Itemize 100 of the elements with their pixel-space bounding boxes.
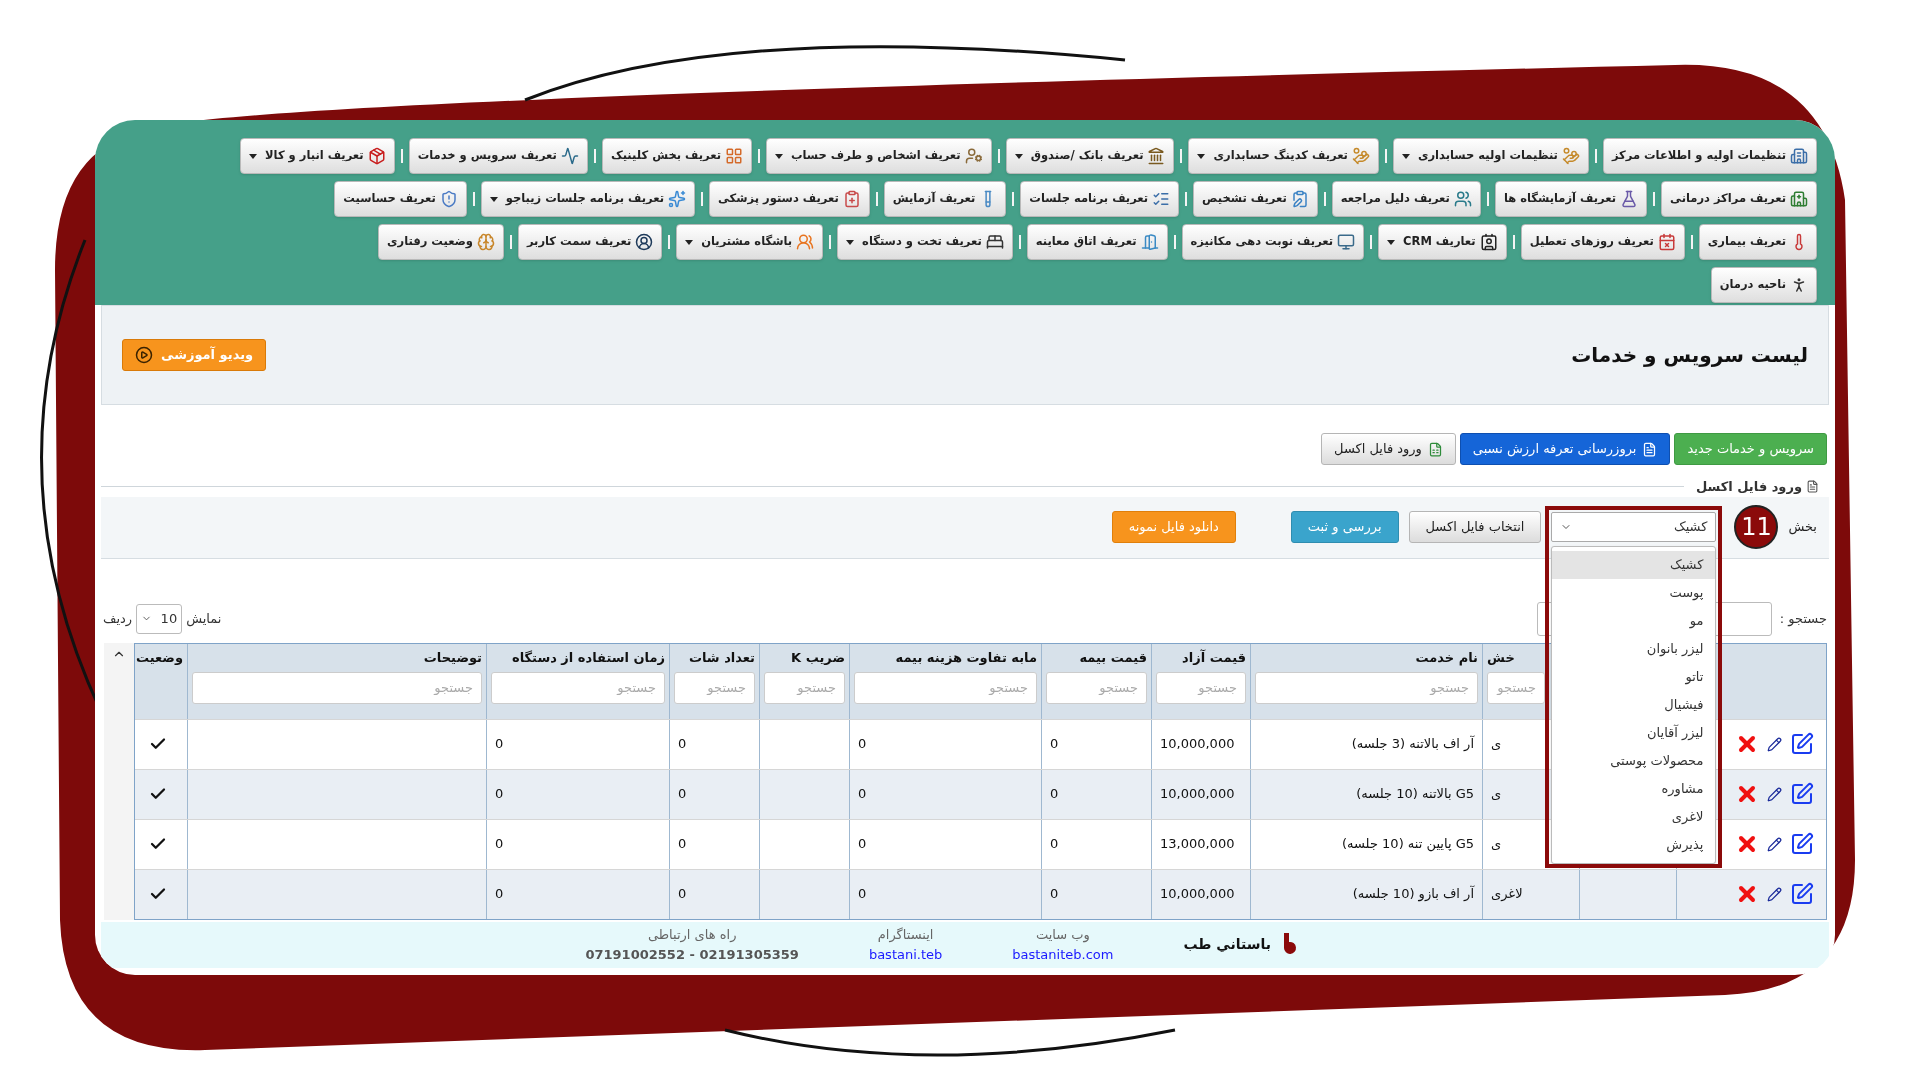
column-header: خش	[1487, 648, 1515, 667]
dropdown-option[interactable]: لاغری	[1552, 803, 1716, 831]
user-icon	[635, 233, 654, 251]
calendar-icon	[1657, 233, 1676, 251]
menu-button[interactable]: تعریف آزمایشگاه ها	[1494, 181, 1648, 217]
column-filter[interactable]: جستجو	[1487, 671, 1545, 704]
flask-icon	[1620, 190, 1639, 208]
edit-icon[interactable]	[1790, 732, 1814, 756]
pencil-icon[interactable]	[1767, 836, 1782, 852]
menu-button[interactable]: ناحیه درمان	[1710, 267, 1817, 303]
monitor-icon	[1337, 233, 1356, 251]
column-header: ضریب K	[791, 648, 845, 667]
field-label: بخش	[1788, 518, 1817, 537]
menu-button[interactable]: تعریف سرویس و خدمات	[408, 138, 588, 174]
menu-button[interactable]: تنظیمات اولیه حسابداری	[1392, 138, 1589, 174]
table-cell-text: G5 بالاتنه (10 جلسه)	[1356, 785, 1474, 804]
menu-button[interactable]: تعریف برنامه جلسات	[1020, 181, 1180, 217]
dropdown-option[interactable]: مشاوره	[1552, 775, 1716, 803]
menu-button[interactable]: تعریف حساسیت	[334, 181, 467, 217]
menu-button[interactable]: تعریف برنامه جلسات زیباجو	[480, 181, 695, 217]
column-header: زمان استفاده از دستگاه	[511, 648, 665, 667]
dropdown-option[interactable]: کشیک	[1552, 551, 1716, 579]
menu-button[interactable]: تعریف انبار و کالا	[240, 138, 395, 174]
menu-button[interactable]: تعریف نوبت دهی مکانیزه	[1181, 224, 1365, 260]
hand-coins-icon	[1561, 147, 1580, 165]
menu-button[interactable]: تعریف مراکز درمانی	[1661, 181, 1817, 217]
footer-label: اینستاگرام	[877, 926, 934, 945]
checklist-icon	[1152, 190, 1171, 208]
column-filter[interactable]: جستجو	[854, 671, 1037, 704]
column-filter[interactable]: جستجو	[491, 671, 665, 704]
menu-button[interactable]: تعریف تخت و دستگاه	[837, 224, 1013, 260]
table-cell-text: 0	[495, 885, 504, 904]
dropdown-option[interactable]: مو	[1552, 607, 1716, 635]
footer-link[interactable]: bastaniteb.com	[1012, 944, 1114, 964]
action-button[interactable]: ورود فایل اکسل	[1321, 433, 1456, 465]
table-cell-text: 0	[678, 735, 687, 754]
menu-button[interactable]: تعریف اشخاص و طرف حساب	[766, 138, 992, 174]
people-icon	[796, 233, 815, 251]
table-cell-text: 0	[1050, 835, 1059, 854]
edit-icon[interactable]	[1790, 782, 1814, 806]
bank-icon	[1147, 147, 1166, 165]
menu-button[interactable]: تعریف بانک /صندوق	[1005, 138, 1175, 174]
clipboard-icon	[842, 190, 861, 208]
dropdown-option[interactable]: محصولات پوستی	[1552, 747, 1716, 775]
bed-icon	[985, 233, 1004, 251]
table-cell: آر اف بازو (10 جلسه)	[1352, 884, 1474, 904]
menu-button[interactable]: تعریف کدینگ حسابداری	[1188, 138, 1379, 174]
menu-button[interactable]: وضعیت رفتاری	[378, 224, 504, 260]
menu-button[interactable]: تعریف سمت کاربر	[517, 224, 663, 260]
menu-button[interactable]: تعریف روزهای تعطیل	[1520, 224, 1685, 260]
menu-button[interactable]: تعاریف CRM	[1378, 224, 1507, 260]
dropdown-option[interactable]: لیزر آقایان	[1552, 719, 1716, 747]
footer-link[interactable]: bastani.teb	[868, 944, 943, 964]
pencil-icon[interactable]	[1767, 786, 1782, 802]
column-filter[interactable]: جستجو	[674, 671, 755, 704]
clipboard-icon	[1290, 190, 1309, 208]
import-button[interactable]: انتخاب فایل اکسل	[1408, 511, 1542, 543]
play-icon	[135, 346, 153, 364]
hand-coins-icon	[1351, 147, 1370, 165]
page-size-select[interactable]: 10	[136, 603, 183, 634]
column-filter[interactable]: جستجو	[192, 671, 482, 704]
menu-button[interactable]: تعریف آزمایش	[883, 181, 1007, 217]
dropdown-option[interactable]: تاتو	[1552, 663, 1716, 691]
dropdown-option[interactable]: فیشیال	[1552, 691, 1716, 719]
column-header: مابه تفاوت هزینه بیمه	[895, 648, 1037, 667]
dropdown-option[interactable]: پوست	[1552, 579, 1716, 607]
search-label: جستجو :	[1779, 609, 1827, 629]
menu-button[interactable]: تعریف بخش کلینیک	[601, 138, 752, 174]
column-filter[interactable]: جستجو	[764, 671, 845, 704]
menu-button[interactable]: باشگاه مشتریان	[676, 224, 824, 260]
rows-label: ردیف	[103, 609, 133, 629]
section-select[interactable]: کشیک	[1551, 512, 1717, 542]
edit-icon[interactable]	[1790, 882, 1814, 906]
menu-button[interactable]: تعریف اتاق معاینه	[1026, 224, 1168, 260]
pencil-icon[interactable]	[1767, 886, 1782, 902]
pencil-icon[interactable]	[1767, 736, 1782, 752]
column-header: وضعیت	[135, 648, 183, 667]
dropdown-option[interactable]: پذیرش	[1552, 831, 1716, 859]
sparkles-icon	[667, 190, 686, 208]
table-cell-text: لاغری	[1491, 885, 1523, 904]
menu-button[interactable]: تعریف دلیل مراجعه	[1331, 181, 1481, 217]
action-button[interactable]: بروزرسانی تعرفه ارزش نسبی	[1459, 433, 1671, 465]
dropdown-option[interactable]: لیزر بانوان	[1552, 635, 1716, 663]
document-icon	[1642, 441, 1658, 457]
table-cell-text: 0	[858, 785, 867, 804]
column-filter[interactable]: جستجو	[1046, 671, 1147, 704]
menu-button[interactable]: تعریف تشخیص	[1193, 181, 1318, 217]
menu-button[interactable]: تعریف دستور پزشکی	[708, 181, 870, 217]
table-cell-text: 0	[1050, 735, 1059, 754]
menu-button[interactable]: تعریف بیماری	[1698, 224, 1817, 260]
edit-icon[interactable]	[1790, 832, 1814, 856]
column-filter[interactable]: جستجو	[1156, 671, 1246, 704]
column-filter[interactable]: جستجو	[1255, 671, 1478, 704]
table-cell-text: ی	[1491, 735, 1502, 754]
grid-icon	[725, 147, 743, 165]
contact-card-icon	[1479, 233, 1498, 251]
footer-label: راه های ارتباطی	[647, 926, 737, 945]
table-cell-text: 0	[495, 835, 504, 854]
table-cell-text: 0	[678, 835, 687, 854]
menu-button[interactable]: تنظیمات اولیه و اطلاعات مرکز	[1602, 138, 1817, 174]
